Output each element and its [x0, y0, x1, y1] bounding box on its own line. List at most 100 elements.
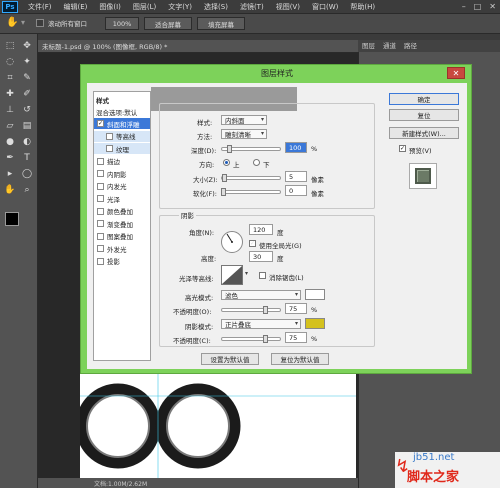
style-item-checkbox[interactable] [97, 195, 104, 202]
style-item[interactable]: 颜色叠加 [94, 206, 150, 217]
shadow-opacity-track[interactable] [221, 337, 281, 341]
fit-screen-button[interactable]: 适合屏幕 [144, 17, 192, 30]
crop-tool-icon[interactable]: ⌗ [4, 72, 16, 84]
style-item[interactable]: 纹理 [94, 143, 150, 154]
style-item-checkbox[interactable] [97, 157, 104, 165]
healing-brush-icon[interactable]: ✚ [4, 88, 16, 100]
direction-down-radio[interactable] [253, 159, 260, 166]
menu-edit[interactable]: 编辑(E) [58, 2, 94, 12]
highlight-opacity-input[interactable]: 75 [285, 303, 307, 314]
shadow-mode-select[interactable]: 正片叠底 [221, 319, 301, 329]
menu-layer[interactable]: 图层(L) [127, 2, 162, 12]
style-item-checkbox[interactable]: ✓ [97, 120, 104, 127]
gradient-tool-icon[interactable]: ▤ [21, 120, 33, 132]
lasso-tool-icon[interactable]: ◌ [4, 56, 16, 68]
style-item[interactable]: 投影 [94, 256, 150, 267]
antialias-checkbox[interactable] [259, 272, 266, 279]
highlight-color-swatch[interactable] [305, 289, 325, 300]
angle-dial[interactable] [221, 231, 243, 253]
direction-up-radio[interactable] [223, 159, 230, 166]
gloss-contour-thumbnail[interactable] [221, 265, 243, 285]
maximize-button[interactable]: □ [474, 2, 482, 11]
style-item[interactable]: 内发光 [94, 181, 150, 192]
depth-input[interactable]: 100 [285, 142, 307, 153]
path-select-icon[interactable]: ▸ [4, 168, 16, 180]
magic-wand-icon[interactable]: ✦ [21, 56, 33, 68]
zoom-tool-icon[interactable]: ⌕ [21, 184, 33, 196]
soften-slider-track[interactable] [221, 190, 281, 194]
menu-help[interactable]: 帮助(H) [344, 2, 381, 12]
shadow-color-swatch[interactable] [305, 318, 325, 329]
menu-window[interactable]: 窗口(W) [306, 2, 344, 12]
document-tab[interactable]: 未标题-1.psd @ 100% (图像框, RGB/8) * [38, 40, 358, 53]
menu-image[interactable]: 图像(I) [93, 2, 127, 12]
style-item-checkbox[interactable] [97, 220, 104, 227]
bevel-style-select[interactable]: 内斜面 [221, 115, 267, 125]
style-item[interactable]: 外发光 [94, 243, 150, 254]
ellipse-tool-icon[interactable]: ◯ [21, 168, 33, 180]
style-item[interactable]: 光泽 [94, 193, 150, 204]
new-style-button[interactable]: 新建样式(W)... [389, 127, 459, 139]
marquee-tool-icon[interactable]: ⬚ [4, 40, 16, 52]
highlight-opacity-thumb[interactable] [263, 306, 268, 314]
scroll-all-checkbox[interactable] [36, 19, 44, 27]
move-tool-icon[interactable]: ✥ [21, 40, 33, 52]
reset-default-button[interactable]: 复位为默认值 [271, 353, 329, 365]
history-brush-icon[interactable]: ↺ [21, 104, 33, 116]
style-item[interactable]: 图案叠加 [94, 231, 150, 242]
preview-checkbox[interactable]: ✓ [399, 145, 406, 152]
style-item-checkbox[interactable] [97, 182, 104, 190]
tab-channels[interactable]: 通道 [379, 40, 400, 52]
size-input[interactable]: 5 [285, 171, 307, 182]
style-item-checkbox[interactable] [97, 245, 104, 252]
style-item[interactable]: 内阴影 [94, 168, 150, 179]
style-item[interactable]: 渐变叠加 [94, 218, 150, 229]
technique-select[interactable]: 雕刻清晰 [221, 129, 267, 139]
blend-options-item[interactable]: 混合选项:默认 [96, 107, 137, 117]
brush-tool-icon[interactable]: ✐ [21, 88, 33, 100]
ok-button[interactable]: 确定 [389, 93, 459, 105]
foreground-color-swatch[interactable] [5, 212, 19, 226]
style-item-checkbox[interactable] [106, 132, 113, 140]
depth-slider-thumb[interactable] [226, 145, 232, 153]
menu-file[interactable]: 文件(F) [22, 2, 58, 12]
style-item-checkbox[interactable] [97, 170, 104, 177]
styles-header[interactable]: 样式 [96, 95, 109, 105]
eyedropper-icon[interactable]: ✎ [21, 72, 33, 84]
highlight-mode-select[interactable]: 滤色 [221, 290, 301, 300]
close-window-button[interactable]: ✕ [489, 2, 496, 11]
menu-filter[interactable]: 滤镜(T) [234, 2, 270, 12]
tab-layers[interactable]: 图层 [358, 40, 379, 52]
size-slider-track[interactable] [221, 176, 281, 180]
menu-select[interactable]: 选择(S) [198, 2, 234, 12]
tab-paths[interactable]: 路径 [400, 40, 421, 52]
hand-tool-icon[interactable]: ✋ [4, 184, 16, 196]
eraser-tool-icon[interactable]: ▱ [4, 120, 16, 132]
global-light-checkbox[interactable]: ✓ [249, 240, 256, 247]
dialog-close-button[interactable]: ✕ [447, 67, 465, 79]
soften-slider-thumb[interactable] [221, 188, 226, 196]
shadow-opacity-input[interactable]: 75 [285, 332, 307, 343]
style-item-checkbox[interactable] [97, 207, 104, 215]
altitude-input[interactable]: 30 [249, 251, 273, 262]
dodge-tool-icon[interactable]: ◐ [21, 136, 33, 148]
shadow-opacity-thumb[interactable] [263, 335, 268, 343]
zoom-100-button[interactable]: 100% [105, 17, 139, 30]
reset-button[interactable]: 复位 [389, 109, 459, 121]
minimize-button[interactable]: – [462, 2, 466, 11]
angle-input[interactable]: 120 [249, 224, 273, 235]
pen-tool-icon[interactable]: ✒ [4, 152, 16, 164]
menu-type[interactable]: 文字(Y) [162, 2, 198, 12]
type-tool-icon[interactable]: T [21, 152, 33, 164]
clone-stamp-icon[interactable]: ⊥ [4, 104, 16, 116]
style-item[interactable]: 等高线 [94, 130, 150, 142]
style-item-checkbox[interactable] [97, 232, 104, 240]
style-item[interactable]: 描边 [94, 156, 150, 167]
contour-dropdown-arrow-icon[interactable]: ▾ [245, 270, 248, 277]
blur-tool-icon[interactable]: ● [4, 136, 16, 148]
menu-view[interactable]: 视图(V) [270, 2, 306, 12]
tool-preset-arrow-icon[interactable]: ▾ [21, 18, 25, 27]
highlight-opacity-track[interactable] [221, 308, 281, 312]
style-item-checkbox[interactable] [97, 257, 104, 265]
fill-screen-button[interactable]: 填充屏幕 [197, 17, 245, 30]
